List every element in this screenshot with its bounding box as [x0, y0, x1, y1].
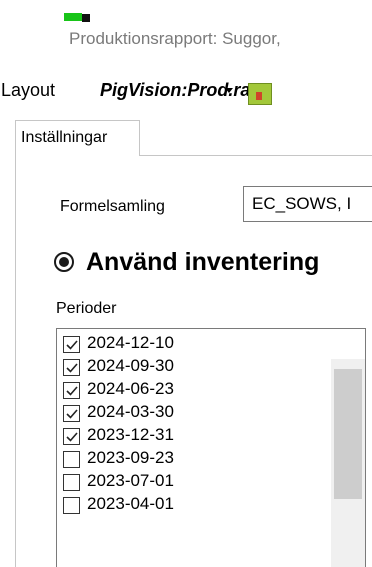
periods-list[interactable]: 2024-12-10 2024-09-30 2024-06-23 2024-03…	[56, 328, 366, 567]
list-item-period[interactable]: 2023-09-23	[63, 447, 323, 469]
period-label: 2024-09-30	[87, 356, 174, 375]
list-item-period[interactable]: 2024-09-30	[63, 355, 323, 377]
checkbox[interactable]	[63, 359, 80, 376]
list-item-period[interactable]: 2023-04-01	[63, 493, 323, 515]
list-item-period[interactable]: 2023-12-31	[63, 424, 323, 446]
window-title: Produktionsrapport: Suggor,	[69, 29, 281, 48]
period-label: 2023-04-01	[87, 494, 174, 513]
checkbox[interactable]	[63, 405, 80, 422]
list-item-period[interactable]: 2023-07-01	[63, 470, 323, 492]
layout-dropdown-value: PigVision:Prod.rap	[100, 80, 262, 100]
checkbox[interactable]	[63, 474, 80, 491]
list-item-period[interactable]: 2024-12-10	[63, 332, 323, 354]
period-label: 2024-03-30	[87, 402, 174, 421]
list-item-period[interactable]: 2024-06-23	[63, 378, 323, 400]
window: Produktionsrapport: Suggor, Layout PigVi…	[0, 0, 372, 567]
perioder-label: Perioder	[56, 300, 117, 317]
scroll-up-button[interactable]	[331, 329, 365, 359]
checkbox[interactable]	[63, 497, 80, 514]
tab-label: Inställningar	[21, 129, 108, 146]
formelsamling-field[interactable]: EC_SOWS, I	[243, 186, 372, 222]
period-label: 2024-12-10	[87, 333, 174, 352]
app-icon	[64, 10, 92, 28]
tab-installningar[interactable]: Inställningar	[15, 120, 140, 156]
period-label: 2023-12-31	[87, 425, 174, 444]
period-label: 2024-06-23	[87, 379, 174, 398]
anvand-inventering-radio[interactable]: Använd inventering	[54, 248, 372, 278]
title-bar: Produktionsrapport: Suggor,	[0, 0, 372, 50]
report-icon[interactable]	[246, 76, 272, 106]
layout-label: Layout	[1, 80, 56, 100]
scrollbar-thumb[interactable]	[334, 369, 362, 499]
chevron-down-icon	[225, 88, 233, 93]
toolbar: Layout PigVision:Prod.rap	[0, 76, 372, 106]
radio-label: Använd inventering	[86, 248, 320, 276]
period-label: 2023-09-23	[87, 448, 174, 467]
checkbox[interactable]	[63, 336, 80, 353]
list-item-period[interactable]: 2024-03-30	[63, 401, 323, 423]
layout-dropdown[interactable]: PigVision:Prod.rap	[100, 77, 261, 103]
radio-selected-dot	[59, 257, 69, 267]
radio-button[interactable]	[54, 252, 74, 272]
formelsamling-label: Formelsamling	[60, 198, 165, 215]
checkbox[interactable]	[63, 428, 80, 445]
checkbox[interactable]	[63, 382, 80, 399]
period-label: 2023-07-01	[87, 471, 174, 490]
checkbox[interactable]	[63, 451, 80, 468]
